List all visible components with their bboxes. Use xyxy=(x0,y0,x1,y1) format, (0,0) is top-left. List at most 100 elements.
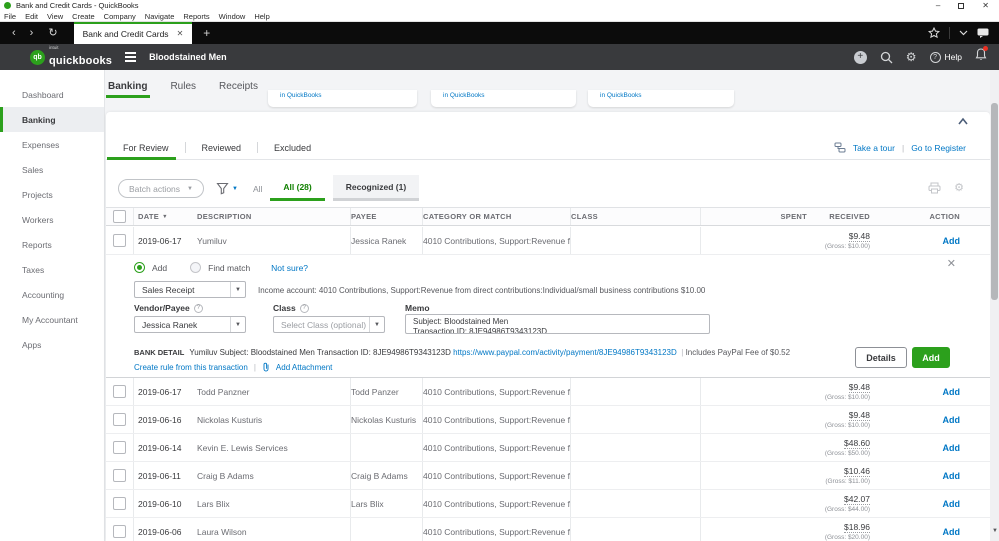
sidebar-item-taxes[interactable]: Taxes xyxy=(0,257,104,282)
star-icon[interactable] xyxy=(928,27,940,39)
gear-icon[interactable]: ⚙ xyxy=(906,51,917,63)
received-amount[interactable]: $42.07 xyxy=(844,494,870,506)
menu-reports[interactable]: Reports xyxy=(183,12,209,21)
sidebar-item-expenses[interactable]: Expenses xyxy=(0,132,104,157)
tab-close-icon[interactable]: ✕ xyxy=(177,30,184,38)
table-row[interactable]: 2019-06-16 Nickolas Kusturis Nickolas Ku… xyxy=(106,406,990,434)
vendor-help-icon[interactable]: ? xyxy=(193,303,203,313)
add-radio[interactable] xyxy=(134,262,145,273)
table-row[interactable]: 2019-06-06 Laura Wilson 4010 Contributio… xyxy=(106,518,990,541)
feedback-bubble-icon[interactable] xyxy=(977,28,989,38)
row-checkbox[interactable] xyxy=(113,441,126,454)
table-row[interactable]: 2019-06-10 Lars Blix Lars Blix 4010 Cont… xyxy=(106,490,990,518)
collapse-cards-icon[interactable] xyxy=(956,116,970,127)
tab-for-review[interactable]: For Review xyxy=(106,143,185,153)
paypal-payment-link[interactable]: https://www.paypal.com/activity/payment/… xyxy=(453,348,677,357)
batch-actions-button[interactable]: Batch actions ▼ xyxy=(118,179,204,198)
menu-company[interactable]: Company xyxy=(104,12,136,21)
back-icon[interactable]: ‹ xyxy=(12,27,16,39)
filter-button[interactable]: ▼ xyxy=(216,182,238,195)
column-date[interactable]: DATE ▼ xyxy=(133,208,197,225)
column-received[interactable]: RECEIVED xyxy=(815,208,870,225)
row-add-button[interactable]: Add xyxy=(943,471,961,481)
refresh-icon[interactable]: ↻ xyxy=(48,27,57,39)
tab-banking[interactable]: Banking xyxy=(108,81,147,92)
row-checkbox[interactable] xyxy=(113,469,126,482)
select-all-checkbox[interactable] xyxy=(113,210,126,223)
row-add-button[interactable]: Add xyxy=(943,443,961,453)
menu-view[interactable]: View xyxy=(47,12,63,21)
notifications-button[interactable] xyxy=(975,46,988,66)
account-card[interactable]: in QuickBooks xyxy=(268,90,417,107)
quick-create-icon[interactable]: + xyxy=(853,50,867,64)
sidebar-item-banking[interactable]: Banking xyxy=(0,107,104,132)
received-amount[interactable]: $10.46 xyxy=(844,466,870,478)
filter-tab-all[interactable]: All (28) xyxy=(270,175,325,201)
menu-file[interactable]: File xyxy=(4,12,16,21)
close-icon[interactable]: ✕ xyxy=(982,1,989,10)
sidebar-item-projects[interactable]: Projects xyxy=(0,182,104,207)
go-to-register-link[interactable]: Go to Register xyxy=(911,143,966,153)
column-class[interactable]: CLASS xyxy=(570,208,700,225)
sidebar-item-accounting[interactable]: Accounting xyxy=(0,282,104,307)
menu-help[interactable]: Help xyxy=(254,12,269,21)
row-checkbox[interactable] xyxy=(113,234,126,247)
column-description[interactable]: DESCRIPTION xyxy=(197,208,350,225)
received-amount[interactable]: $18.96 xyxy=(844,522,870,534)
column-spent[interactable]: SPENT xyxy=(700,208,815,225)
maximize-icon[interactable] xyxy=(958,2,965,9)
transaction-type-select[interactable]: Sales Receipt ▼ xyxy=(134,281,246,298)
memo-field[interactable]: Subject: Bloodstained Men Transaction ID… xyxy=(405,314,710,334)
row-add-button[interactable]: Add xyxy=(943,387,961,397)
table-settings-gear-icon[interactable]: ⚙ xyxy=(954,182,964,194)
tab-excluded[interactable]: Excluded xyxy=(258,143,327,153)
received-amount[interactable]: $48.60 xyxy=(844,438,870,450)
row-checkbox[interactable] xyxy=(113,413,126,426)
sidebar-item-apps[interactable]: Apps xyxy=(0,332,104,357)
menu-edit[interactable]: Edit xyxy=(25,12,38,21)
table-row[interactable]: 2019-06-14 Kevin E. Lewis Services 4010 … xyxy=(106,434,990,462)
sidebar-item-workers[interactable]: Workers xyxy=(0,207,104,232)
column-category[interactable]: CATEGORY OR MATCH xyxy=(422,208,570,225)
column-payee[interactable]: PAYEE xyxy=(350,208,422,225)
sidebar-item-dashboard[interactable]: Dashboard xyxy=(0,82,104,107)
menu-navigate[interactable]: Navigate xyxy=(145,12,175,21)
table-row[interactable]: 2019-06-17 Todd Panzner Todd Panzer 4010… xyxy=(106,378,990,406)
tab-rules[interactable]: Rules xyxy=(170,81,196,92)
take-a-tour-link[interactable]: Take a tour xyxy=(853,143,895,153)
new-tab-icon[interactable]: + xyxy=(203,27,210,39)
received-amount[interactable]: $9.48 xyxy=(848,382,870,394)
active-tab[interactable]: Bank and Credit Cards ✕ xyxy=(73,22,193,44)
scrollbar-thumb[interactable] xyxy=(991,103,998,300)
received-amount[interactable]: $9.48 xyxy=(848,231,870,243)
row-checkbox[interactable] xyxy=(113,497,126,510)
menu-window[interactable]: Window xyxy=(219,12,246,21)
find-match-radio[interactable] xyxy=(190,262,202,273)
sidebar-item-reports[interactable]: Reports xyxy=(0,232,104,257)
add-button[interactable]: Add xyxy=(912,347,950,368)
print-icon[interactable] xyxy=(928,182,941,194)
row-checkbox[interactable] xyxy=(113,385,126,398)
row-add-button[interactable]: Add xyxy=(943,527,961,537)
sidebar-item-sales[interactable]: Sales xyxy=(0,157,104,182)
row-checkbox[interactable] xyxy=(113,525,126,538)
hamburger-menu-icon[interactable] xyxy=(125,52,137,62)
chevron-down-icon[interactable] xyxy=(959,30,968,36)
account-card[interactable]: in QuickBooks xyxy=(431,90,576,107)
minimize-icon[interactable]: – xyxy=(936,1,940,10)
table-row[interactable]: 2019-06-11 Craig B Adams Craig B Adams 4… xyxy=(106,462,990,490)
help-button[interactable]: ? Help xyxy=(929,51,962,63)
table-row[interactable]: 2019-06-17 Yumiluv Jessica Ranek 4010 Co… xyxy=(106,227,990,255)
details-button[interactable]: Details xyxy=(855,347,907,368)
scrollbar-down-arrow-icon[interactable]: ▼ xyxy=(992,528,998,534)
row-add-button[interactable]: Add xyxy=(943,415,961,425)
not-sure-link[interactable]: Not sure? xyxy=(271,263,308,273)
filter-tab-recognized[interactable]: Recognized (1) xyxy=(332,175,420,201)
row-add-button[interactable]: Add xyxy=(943,236,961,246)
add-attachment-link[interactable]: Add Attachment xyxy=(276,363,332,372)
create-rule-link[interactable]: Create rule from this transaction xyxy=(134,363,248,372)
sidebar-item-my-accountant[interactable]: My Accountant xyxy=(0,307,104,332)
tab-receipts[interactable]: Receipts xyxy=(219,81,258,92)
class-select[interactable]: Select Class (optional) ▼ xyxy=(273,316,385,333)
forward-icon[interactable]: › xyxy=(30,27,34,39)
